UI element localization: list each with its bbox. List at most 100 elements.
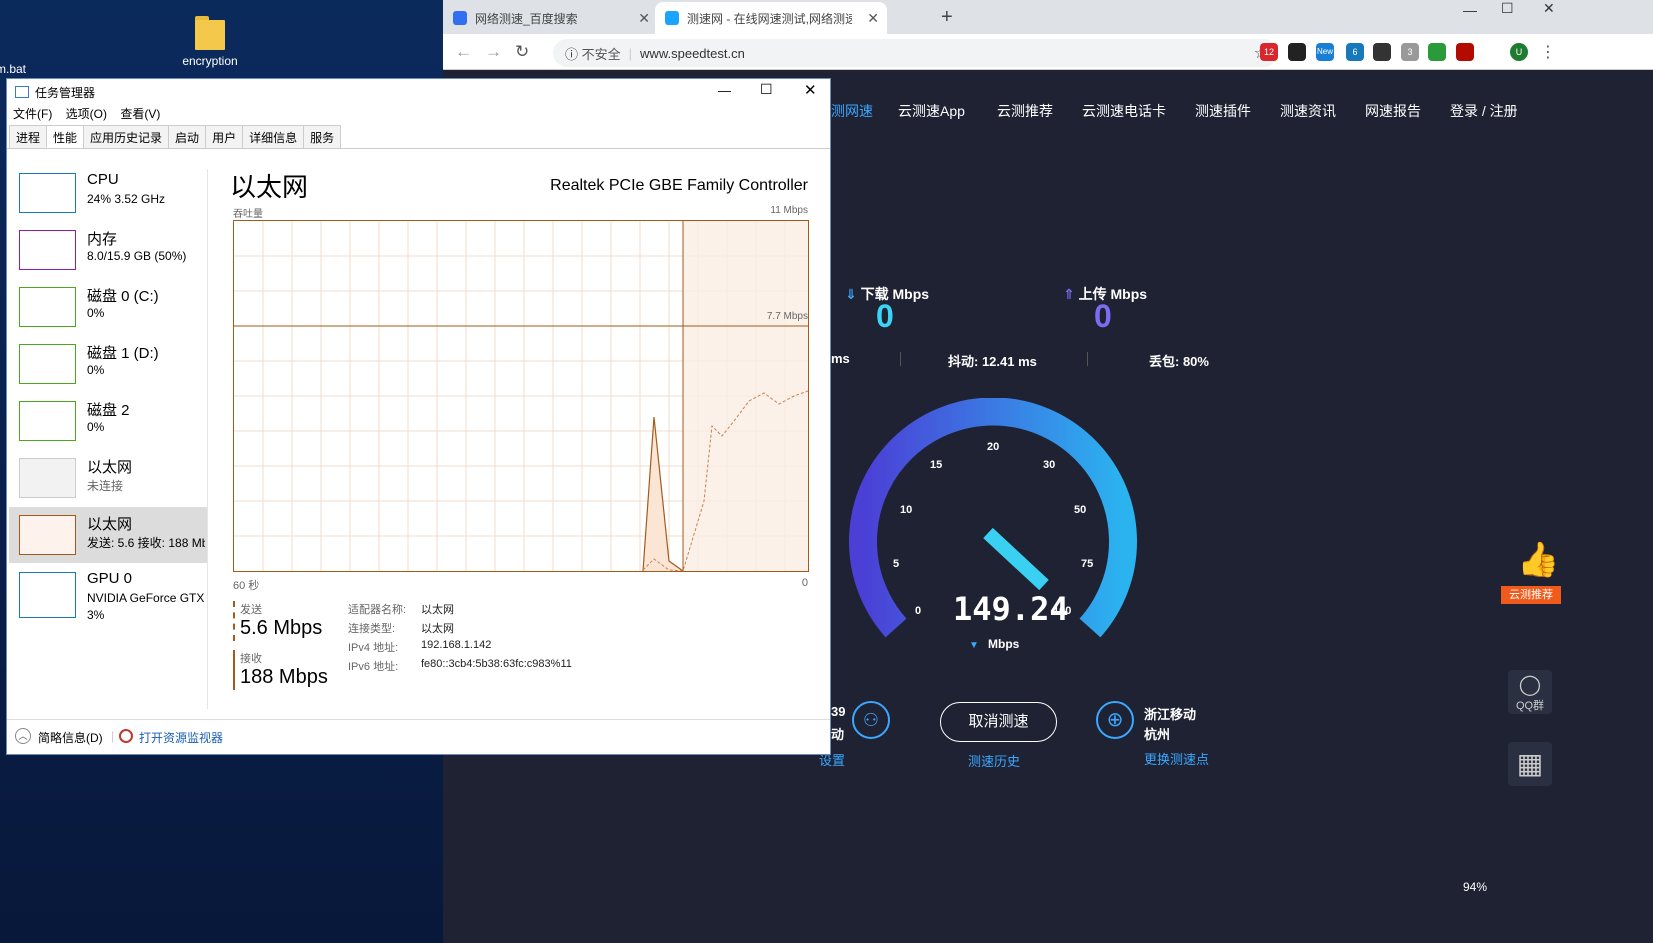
- change-server-link[interactable]: 更换测速点: [1144, 749, 1209, 768]
- sidebar-item-memory[interactable]: 内存 8.0/15.9 GB (50%): [9, 222, 207, 278]
- menu-file[interactable]: 文件(F): [13, 107, 52, 121]
- ext-pdf-icon[interactable]: [1456, 43, 1474, 61]
- promo-badge[interactable]: 👍 云测推荐: [1501, 538, 1561, 608]
- ext-new-icon[interactable]: New: [1316, 43, 1334, 61]
- nav-login[interactable]: 登录 / 注册: [1450, 101, 1518, 121]
- sidebar-item-disk0[interactable]: 磁盘 0 (C:) 0%: [9, 279, 207, 335]
- desktop-icon-label: encryption: [182, 54, 238, 68]
- sidebar-item-ethernet[interactable]: 以太网 发送: 5.6 接收: 188 Mbps: [9, 507, 207, 563]
- reload-icon[interactable]: ↻: [515, 42, 529, 62]
- desktop-file-bat[interactable]: m.bat: [0, 62, 26, 76]
- address-bar[interactable]: ⓘ 不安全 | www.speedtest.cn ☆: [553, 39, 1278, 67]
- graph-canvas: [234, 221, 808, 571]
- ext-translate-icon[interactable]: [1373, 43, 1391, 61]
- nav-plugin[interactable]: 测速插件: [1195, 101, 1251, 121]
- sidebar-item-ethernet-disconnected[interactable]: 以太网 未连接: [9, 450, 207, 506]
- gauge-tick: 0: [915, 605, 922, 617]
- ethernet-thumbnail: [19, 458, 76, 498]
- sidebar-item-detail: 0%: [87, 420, 105, 434]
- title-bar[interactable]: 任务管理器 — ☐ ✕: [7, 79, 830, 105]
- download-arrow-icon: ⇓: [845, 286, 857, 302]
- tab-services[interactable]: 服务: [303, 125, 342, 148]
- chevron-up-icon[interactable]: ︿: [15, 728, 31, 744]
- minimize-icon[interactable]: —: [718, 83, 731, 98]
- ext-globe-icon[interactable]: [1428, 43, 1446, 61]
- tab-bar: 网络测速_百度搜索 ✕ 测速网 - 在线网速测试,网络测速 ✕ + — ☐ ✕: [443, 0, 1653, 34]
- nav-speedtest[interactable]: 测网速: [831, 101, 873, 121]
- back-icon[interactable]: ←: [455, 42, 472, 62]
- gauge-needle: [983, 527, 1049, 591]
- menu-options[interactable]: 选项(O): [66, 107, 107, 121]
- user-icon[interactable]: ⚇: [852, 701, 890, 739]
- ext-badge-1-icon[interactable]: 12: [1260, 43, 1278, 61]
- tab-title: 网络测速_百度搜索: [475, 11, 578, 26]
- qq-icon: ◯: [1518, 674, 1542, 696]
- nav-news[interactable]: 测速资讯: [1280, 101, 1336, 121]
- server-isp: 浙江移动: [1144, 707, 1197, 722]
- tab-users[interactable]: 用户: [205, 125, 244, 148]
- download-value: 0: [876, 298, 894, 334]
- throughput-label: 吞吐量: [233, 209, 263, 220]
- tab-processes[interactable]: 进程: [9, 125, 48, 148]
- nav-report[interactable]: 网速报告: [1365, 101, 1421, 121]
- sidebar-item-label: 磁盘 0 (C:): [87, 288, 159, 305]
- info-icon[interactable]: ⓘ: [565, 44, 578, 63]
- tab-speedtest[interactable]: 测速网 - 在线网速测试,网络测速 ✕: [655, 2, 887, 34]
- cpu-thumbnail: [19, 173, 76, 213]
- cancel-test-button[interactable]: 取消测速: [940, 702, 1057, 742]
- close-tab-icon[interactable]: ✕: [867, 10, 879, 27]
- caret-down-icon: ▼: [969, 640, 979, 651]
- upload-arrow-icon: ⇑: [1063, 286, 1075, 302]
- tab-details[interactable]: 详细信息: [242, 125, 305, 148]
- nav-simcard[interactable]: 云测速电话卡: [1082, 101, 1166, 121]
- minimize-icon[interactable]: —: [1463, 2, 1477, 18]
- tab-performance[interactable]: 性能: [46, 125, 85, 148]
- menu-kebab-icon[interactable]: ⋮: [1540, 42, 1556, 62]
- profile-avatar[interactable]: U: [1510, 43, 1528, 61]
- globe-icon[interactable]: ⊕: [1096, 701, 1134, 739]
- sidebar-item-disk1[interactable]: 磁盘 1 (D:) 0%: [9, 336, 207, 392]
- sidebar-item-label: GPU 0: [87, 570, 133, 587]
- sidebar-item-detail: 0%: [87, 363, 105, 377]
- maximize-icon[interactable]: ☐: [1501, 0, 1514, 17]
- sidebar-item-cpu[interactable]: CPU 24% 3.52 GHz: [9, 165, 207, 221]
- sidebar-item-detail: 0%: [87, 306, 105, 320]
- disk1-thumbnail: [19, 344, 76, 384]
- detail-key: IPv4 地址:: [348, 642, 399, 654]
- ethernet-active-thumbnail: [19, 515, 76, 555]
- packet-loss: 丢包: 80%: [1149, 354, 1209, 369]
- close-icon[interactable]: ✕: [804, 81, 817, 99]
- perf-sidebar: CPU 24% 3.52 GHz 内存 8.0/15.9 GB (50%) 磁盘…: [7, 151, 207, 711]
- tab-baidu[interactable]: 网络测速_百度搜索 ✕: [443, 2, 658, 34]
- ping-partial: ms: [831, 351, 850, 366]
- ext-badge-3-icon[interactable]: 6: [1346, 43, 1364, 61]
- ext-badge-4-icon[interactable]: 3: [1401, 43, 1419, 61]
- close-tab-icon[interactable]: ✕: [638, 10, 650, 27]
- sidebar-item-gpu[interactable]: GPU 0 NVIDIA GeForce GTX 3%: [9, 564, 207, 624]
- divider: [900, 352, 901, 366]
- tab-app-history[interactable]: 应用历史记录: [83, 125, 170, 148]
- new-tab-icon[interactable]: +: [941, 6, 953, 29]
- sidebar-item-label: 以太网: [87, 459, 133, 476]
- nav-recommend[interactable]: 云测推荐: [997, 101, 1053, 121]
- close-icon[interactable]: ✕: [1543, 0, 1555, 17]
- disk0-thumbnail: [19, 287, 76, 327]
- qq-group-button[interactable]: ◯ QQ群: [1508, 670, 1552, 714]
- resource-monitor-icon: [119, 729, 133, 743]
- tab-startup[interactable]: 启动: [168, 125, 207, 148]
- ext-ghost-icon[interactable]: [1288, 43, 1306, 61]
- gauge-tick: 20: [987, 441, 1000, 453]
- qr-code-icon[interactable]: ▦: [1508, 742, 1552, 786]
- forward-icon[interactable]: →: [485, 42, 502, 62]
- open-resource-monitor-link[interactable]: 打开资源监视器: [139, 729, 223, 746]
- sidebar-item-disk2[interactable]: 磁盘 2 0%: [9, 393, 207, 449]
- baidu-icon: [453, 11, 467, 25]
- brief-info-link[interactable]: 简略信息(D): [38, 729, 103, 746]
- history-link[interactable]: 测速历史: [968, 751, 1020, 770]
- desktop-folder-encryption[interactable]: encryption: [180, 16, 240, 68]
- nav-app[interactable]: 云测速App: [898, 101, 965, 121]
- maximize-icon[interactable]: ☐: [760, 81, 773, 98]
- url-text: www.speedtest.cn: [640, 45, 745, 61]
- detail-key: 连接类型:: [348, 623, 396, 635]
- menu-view[interactable]: 查看(V): [120, 107, 160, 121]
